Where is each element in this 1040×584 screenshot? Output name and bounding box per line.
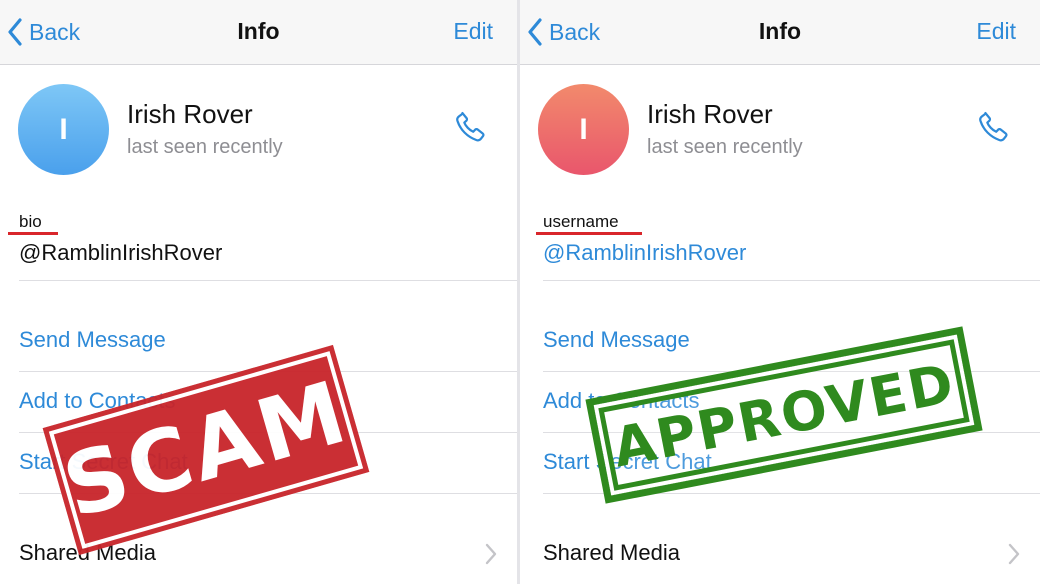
username-value[interactable]: @RamblinIrishRover: [543, 240, 746, 266]
bio-value: @RamblinIrishRover: [19, 240, 223, 265]
edit-button[interactable]: Edit: [453, 18, 493, 45]
avatar-initial: I: [579, 112, 588, 146]
username-label: username: [543, 212, 619, 231]
avatar-initial: I: [59, 112, 68, 146]
highlight-underline: [536, 232, 642, 235]
phone-icon: [456, 111, 485, 142]
chevron-right-icon: [485, 543, 497, 565]
scam-stamp: SCAM: [42, 344, 370, 556]
divider: [19, 280, 517, 281]
send-message-button[interactable]: Send Message: [19, 327, 166, 353]
nav-bar: Back Info Edit: [520, 0, 1040, 65]
send-message-button[interactable]: Send Message: [543, 327, 690, 353]
shared-media-row[interactable]: Shared Media: [543, 540, 680, 566]
nav-bar: Back Info Edit: [0, 0, 517, 65]
edit-button[interactable]: Edit: [976, 18, 1016, 45]
page-title: Info: [758, 18, 802, 44]
chevron-right-icon: [1008, 543, 1020, 565]
call-button[interactable]: [452, 108, 490, 151]
contact-name: Irish Rover: [127, 99, 253, 129]
avatar[interactable]: I: [538, 84, 629, 175]
phone-icon: [979, 111, 1008, 142]
contact-name: Irish Rover: [647, 99, 773, 129]
page-title: Info: [237, 18, 280, 44]
right-panel: Back Info Edit I Irish Rover last seen r…: [520, 0, 1040, 584]
bio-label: bio: [19, 212, 42, 231]
call-button[interactable]: [975, 108, 1013, 151]
highlight-underline: [8, 232, 58, 235]
left-panel: Back Info Edit I Irish Rover last seen r…: [0, 0, 517, 584]
avatar[interactable]: I: [18, 84, 109, 175]
last-seen-status: last seen recently: [127, 136, 283, 158]
last-seen-status: last seen recently: [647, 136, 803, 158]
divider: [543, 280, 1040, 281]
